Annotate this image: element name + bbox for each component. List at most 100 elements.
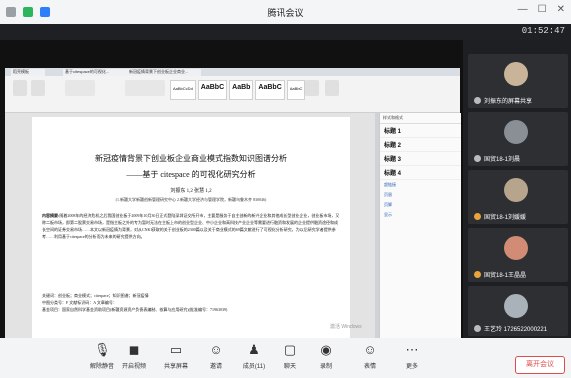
chat-icon: ▢ — [283, 342, 297, 357]
style-item[interactable]: 标题 4 — [380, 166, 461, 180]
mic-muted-icon — [474, 271, 481, 278]
participant-name: 国贸18-1刘晨 — [484, 157, 521, 163]
avatar — [504, 294, 528, 318]
doc-tab[interactable]: 基于citespace的可视化... — [63, 69, 127, 76]
window-controls: — ☐ ✕ — [518, 4, 565, 15]
abstract-label: 内容摘要: — [42, 213, 60, 218]
select-icon[interactable] — [325, 80, 339, 96]
wps-ribbon: 稻壳模板 基于citespace的可视化... 新冠疫情背景下创业板企业商业..… — [5, 68, 460, 113]
maximize-icon[interactable]: ☐ — [538, 4, 547, 15]
style-item[interactable]: 标题 2 — [380, 138, 461, 152]
record-button[interactable]: ◉ 录制 — [306, 342, 346, 370]
reactions-label: 表情 — [363, 364, 376, 370]
doc-tab[interactable]: 稻壳模板 — [11, 69, 45, 76]
style-item[interactable]: 标题 3 — [380, 152, 461, 166]
avatar — [504, 178, 528, 202]
meeting-toolbar: 🎙 解除静音 ◼ 开启视频 ▭ 共享屏幕 ☺ 邀请 ♟ 成员(11) ▢ 聊天 … — [0, 338, 571, 378]
style-heading1[interactable]: AaBbC — [197, 80, 228, 100]
participant-name: 国贸18-1刘媛媛 — [484, 215, 527, 221]
invite-button[interactable]: ☺ 邀请 — [196, 342, 236, 370]
avatar — [504, 62, 528, 86]
participant-label: 王艺玲 1726522000221 — [474, 324, 547, 333]
participant-tile[interactable]: 国贸18-1王晶晶 — [468, 228, 568, 282]
style-link[interactable]: 显示 — [380, 210, 461, 220]
invite-icon: ☺ — [209, 342, 223, 357]
doc-abstract: 内容摘要:随着2008年的经济危机之后我国创业板于2009年10月30日正式登陆… — [42, 212, 340, 240]
meeting-timer: 01:52:47 — [521, 26, 565, 36]
minimize-icon[interactable]: — — [518, 4, 528, 15]
record-label: 录制 — [319, 364, 332, 370]
style-normal[interactable]: AaBbCcDd — [170, 80, 196, 100]
participant-label: 刘振东的屏幕共享 — [474, 96, 532, 105]
chat-button[interactable]: ▢ 聊天 — [270, 342, 310, 370]
mic-muted-icon — [474, 155, 481, 162]
invite-label: 邀请 — [209, 364, 222, 370]
more-label: 更多 — [405, 364, 418, 370]
document-canvas: 新冠疫情背景下创业板企业商业模式指数知识图谱分析 ——基于 citespace … — [5, 113, 375, 344]
abstract-text: 随着2008年的经济危机之后我国创业板于2009年10月30日正式登陆深圳证交所… — [42, 213, 340, 239]
font-selector[interactable] — [65, 80, 95, 96]
participant-label: 国贸18-1刘晨 — [474, 154, 520, 163]
participant-label: 国贸18-1王晶晶 — [474, 270, 526, 279]
doc-tab[interactable]: 新冠疫情背景下创业板企业商业... — [127, 69, 201, 76]
style-heading4[interactable]: AaBbC — [286, 80, 306, 100]
style-item[interactable]: 标题 1 — [380, 124, 461, 138]
chat-label: 聊天 — [283, 364, 296, 370]
members-icon: ♟ — [248, 342, 260, 357]
doc-keywords: 关键词：创业板；商业模式；citespace；知识图谱；新冠疫情 — [42, 293, 149, 298]
participant-tile[interactable]: 国贸18-1刘晨 — [468, 112, 568, 166]
more-icon: ⋯ — [405, 342, 419, 357]
emoji-icon: ☺ — [363, 342, 377, 357]
window-title: 腾讯会议 — [267, 8, 304, 18]
leave-meeting-button[interactable]: 离开会议 — [515, 356, 565, 374]
find-icon[interactable] — [305, 80, 319, 96]
style-link[interactable]: 页脚 — [380, 200, 461, 210]
start-video-button[interactable]: ◼ 开启视频 — [114, 342, 154, 370]
style-heading3[interactable]: AaBbC — [255, 80, 285, 100]
members-button[interactable]: ♟ 成员(11) — [234, 342, 274, 370]
doc-classification: 中图分类号：F 文献标识码：A 文章编号： — [42, 300, 117, 305]
reactions-button[interactable]: ☺ 表情 — [350, 342, 390, 370]
style-link[interactable]: 超链接 — [380, 180, 461, 190]
document-tabs: 稻壳模板 基于citespace的可视化... 新冠疫情背景下创业板企业商业..… — [5, 68, 460, 76]
styles-pane-header: 样式和格式 — [380, 113, 461, 124]
mic-muted-icon — [474, 213, 481, 220]
record-icon: ◉ — [320, 342, 332, 357]
doc-title: 新冠疫情背景下创业板企业商业模式指数知识图谱分析 — [95, 154, 287, 163]
close-icon[interactable]: ✕ — [557, 4, 565, 15]
title-bar: 腾讯会议 — ☐ ✕ — [0, 0, 571, 24]
participant-name: 王艺玲 1726522000221 — [484, 327, 548, 333]
share-screen-icon: ▭ — [169, 342, 183, 357]
format-painter-icon[interactable] — [31, 80, 45, 96]
start-video-label: 开启视频 — [121, 364, 146, 370]
participant-name: 国贸18-1王晶晶 — [484, 273, 527, 279]
doc-subtitle: ——基于 citespace 的可视化研究分析 — [126, 170, 256, 179]
share-screen-button[interactable]: ▭ 共享屏幕 — [156, 342, 196, 370]
avatar — [504, 236, 528, 260]
styles-pane: 样式和格式 标题 1 标题 2 标题 3 标题 4 超链接 页眉 页脚 显示 — [379, 113, 461, 344]
shared-desktop: 稻壳模板 基于citespace的可视化... 新冠疫情背景下创业板企业商业..… — [5, 68, 461, 368]
participant-tile[interactable]: 王艺玲 1726522000221 — [468, 286, 568, 336]
mic-off-icon: 🎙 — [94, 342, 111, 357]
participant-panel: 刘振东的屏幕共享 国贸18-1刘晨 国贸18-1刘媛媛 国贸18-1王晶晶 王艺… — [463, 40, 571, 338]
doc-affiliations: (1.新疆大学新疆创新管理研究中心 2.新疆大学经济与管理学院，新疆乌鲁木齐 8… — [115, 197, 267, 202]
style-link[interactable]: 页眉 — [380, 190, 461, 200]
members-label: 成员(11) — [242, 364, 266, 370]
screen-share-icon — [474, 97, 481, 104]
participant-name: 刘振东的屏幕共享 — [484, 99, 533, 105]
doc-fund: 基金项目：国家自然科学基金资助项目(新疆资源资产负债表编制、核算与应用研究)(批… — [42, 307, 228, 312]
doc-authors: 刘振东 1,2 张慧 1,2 — [170, 189, 212, 194]
participant-tile[interactable]: 国贸18-1刘媛媛 — [468, 170, 568, 224]
mic-muted-icon — [474, 325, 481, 332]
style-gallery: AaBbCcDd AaBbC AaBb AaBbC AaBbC — [170, 80, 306, 100]
more-button[interactable]: ⋯ 更多 — [392, 342, 432, 370]
participant-tile[interactable]: 刘振东的屏幕共享 — [468, 54, 568, 108]
share-screen-label: 共享屏幕 — [163, 364, 188, 370]
paragraph-group[interactable] — [125, 80, 165, 96]
paste-icon[interactable] — [13, 80, 27, 96]
activation-watermark: 激活 Windows — [330, 324, 362, 330]
meeting-strip — [0, 24, 571, 40]
avatar — [504, 120, 528, 144]
document-page[interactable]: 新冠疫情背景下创业板企业商业模式指数知识图谱分析 ——基于 citespace … — [32, 117, 350, 344]
style-heading2[interactable]: AaBb — [229, 80, 254, 100]
